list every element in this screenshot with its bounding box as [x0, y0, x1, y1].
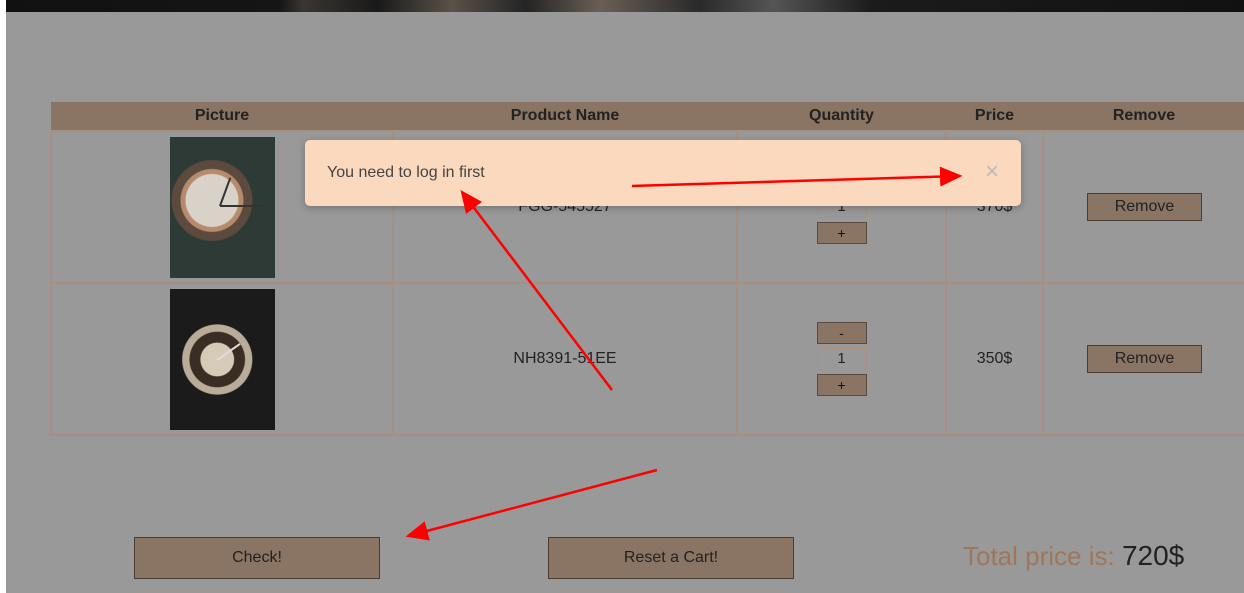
increase-button[interactable]: + [816, 374, 867, 396]
hero-banner-strip [6, 0, 1244, 12]
header-picture: Picture [51, 102, 393, 131]
total-price-label: Total price is: [963, 541, 1115, 571]
quantity-cell: - 1 + [736, 282, 947, 436]
total-price-value: 720$ [1121, 540, 1185, 571]
remove-button[interactable]: Remove [1087, 345, 1202, 373]
picture-cell [50, 282, 394, 436]
remove-button[interactable]: Remove [1087, 193, 1202, 221]
header-remove: Remove [1043, 102, 1244, 131]
increase-button[interactable]: + [816, 222, 867, 244]
product-image [169, 288, 275, 430]
close-icon[interactable]: × [985, 160, 999, 184]
reset-cart-button[interactable]: Reset a Cart! [548, 537, 794, 579]
login-required-toast: You need to log in first × [305, 140, 1021, 206]
remove-cell: Remove [1042, 282, 1244, 436]
header-quantity: Quantity [737, 102, 946, 131]
table-row: NH8391-51EE - 1 + 350$ Remove [50, 282, 1244, 436]
check-button[interactable]: Check! [134, 537, 380, 579]
total-price: Total price is: 720$ [963, 540, 1184, 572]
price: 350$ [945, 282, 1044, 436]
quantity-value: 1 [816, 348, 867, 370]
decrease-button[interactable]: - [816, 322, 867, 344]
remove-cell: Remove [1042, 130, 1244, 284]
product-image [169, 136, 275, 278]
header-price: Price [946, 102, 1043, 131]
page-overlay: Picture Product Name Quantity Price Remo… [6, 0, 1244, 593]
header-product-name: Product Name [393, 102, 737, 131]
quantity-stepper: - 1 + [738, 322, 945, 396]
product-name: NH8391-51EE [392, 282, 738, 436]
toast-message: You need to log in first [327, 164, 485, 181]
